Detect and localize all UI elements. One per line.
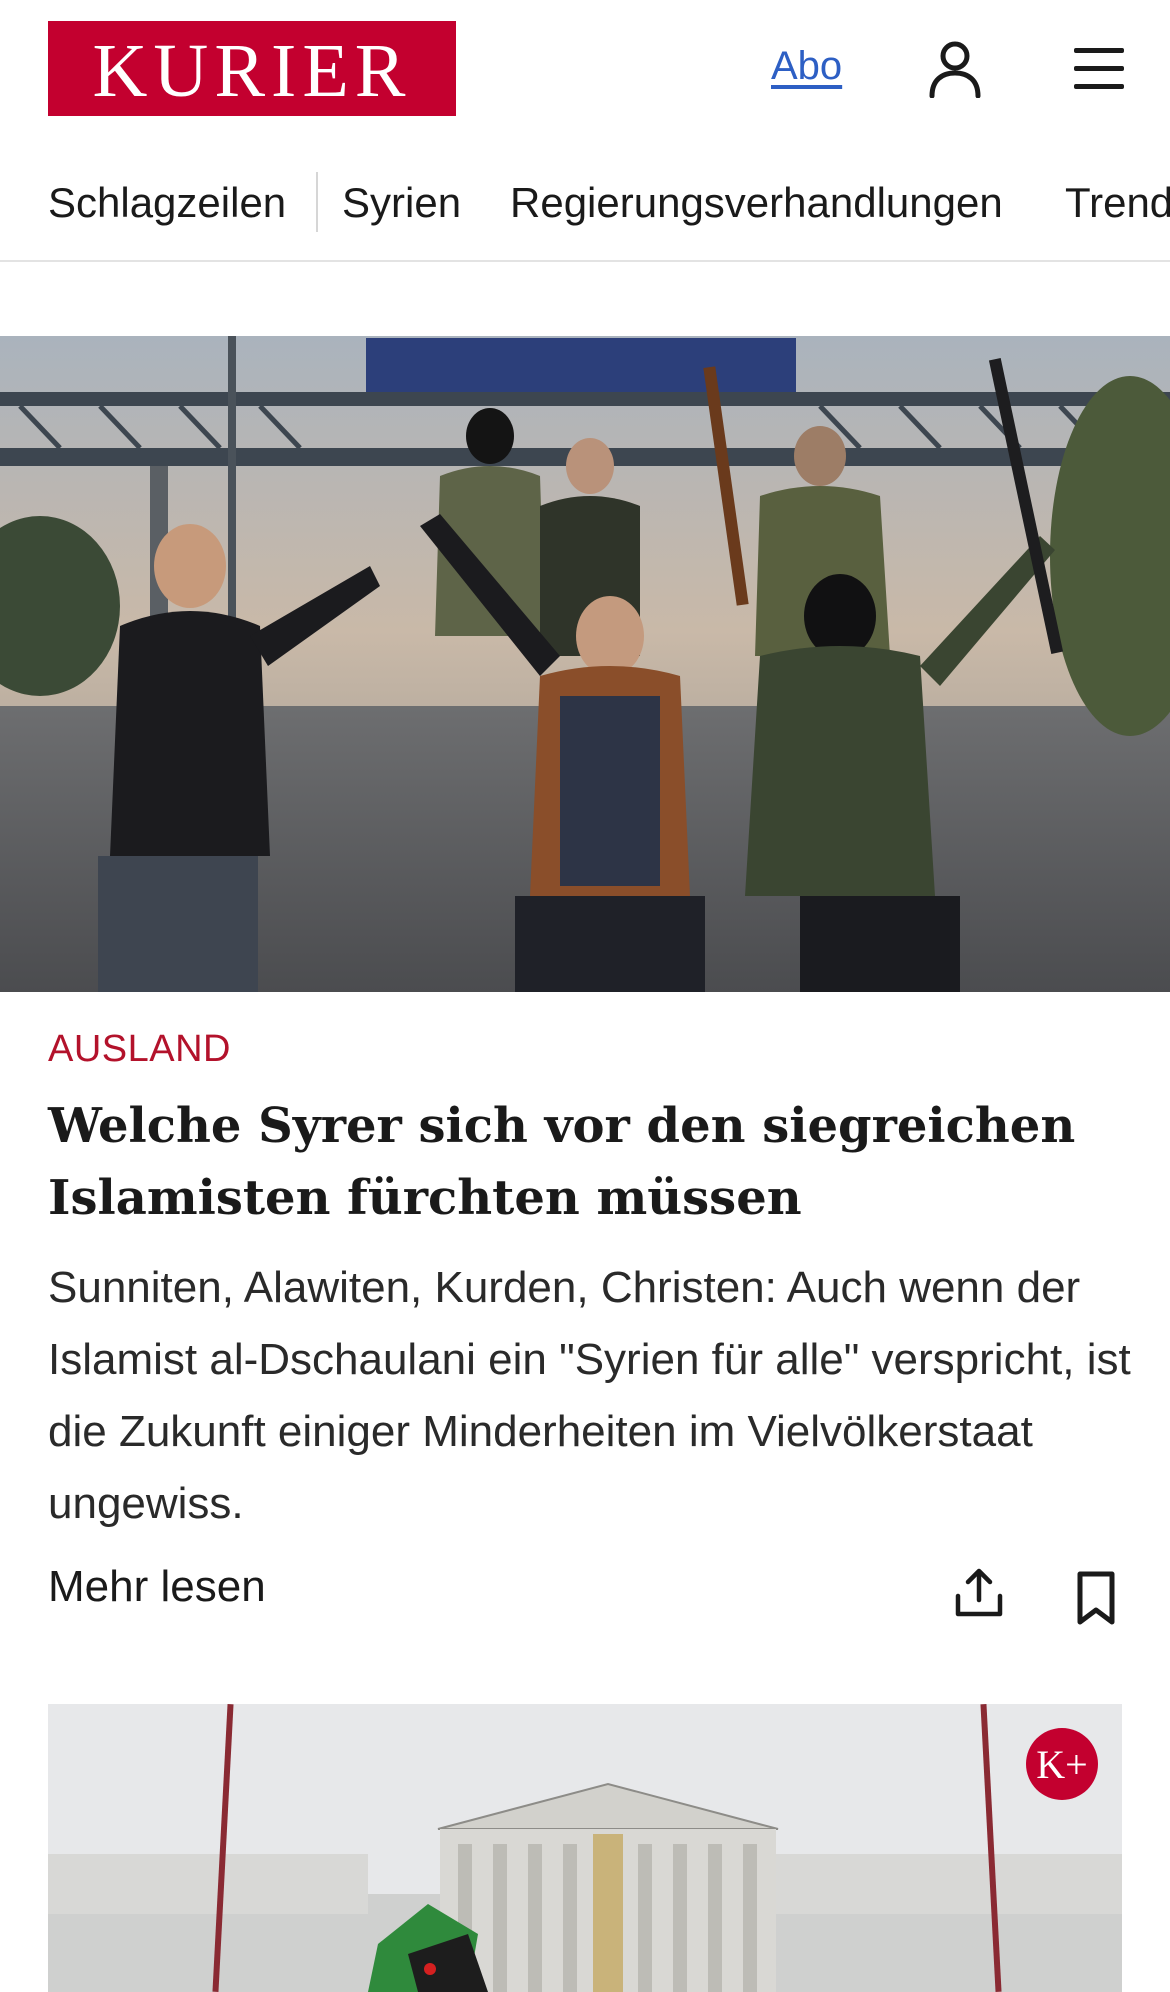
read-more-link[interactable]: Mehr lesen <box>48 1562 266 1612</box>
share-icon[interactable] <box>952 1566 1006 1620</box>
second-article-image[interactable] <box>48 1704 1122 1992</box>
nav-item-syrien[interactable]: Syrien <box>342 178 461 228</box>
article-category[interactable]: AUSLAND <box>48 1028 231 1071</box>
kurier-logo[interactable]: KURIER <box>48 21 456 116</box>
nav-item-schlagzeilen[interactable]: Schlagzeilen <box>48 178 286 228</box>
site-header: KURIER Abo <box>0 0 1170 138</box>
kplus-badge: K+ <box>1026 1728 1098 1800</box>
menu-icon[interactable] <box>1070 44 1128 94</box>
bookmark-icon[interactable] <box>1072 1570 1120 1626</box>
nav-item-regierungsverhandlungen[interactable]: Regierungsverhandlungen <box>510 178 1003 228</box>
hero-photo <box>0 336 1170 992</box>
logo-text: KURIER <box>92 28 412 113</box>
nav-divider <box>316 172 318 232</box>
parliament-photo <box>48 1704 1122 1992</box>
article-hero-image[interactable] <box>0 336 1170 992</box>
user-icon[interactable] <box>928 40 982 98</box>
nav-item-trend[interactable]: Trend <box>1065 178 1170 228</box>
article-headline[interactable]: Welche Syrer sich vor den siegreichen Is… <box>48 1090 1138 1234</box>
topic-nav: Schlagzeilen Syrien Regierungsverhandlun… <box>0 160 1170 262</box>
article-teaser[interactable]: Sunniten, Alawiten, Kurden, Christen: Au… <box>48 1252 1138 1540</box>
abo-link[interactable]: Abo <box>771 44 842 89</box>
